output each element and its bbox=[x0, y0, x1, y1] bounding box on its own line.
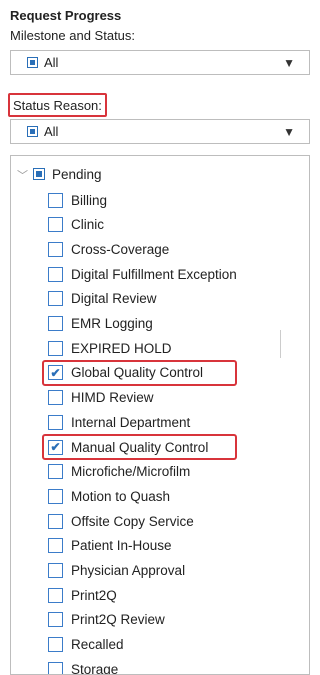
tree-item-label: Clinic bbox=[71, 217, 105, 233]
checkmark-icon: ✔ bbox=[50, 440, 61, 454]
checkbox[interactable] bbox=[48, 217, 63, 233]
checkbox[interactable] bbox=[48, 390, 63, 406]
status-reason-select-value: All bbox=[44, 124, 59, 139]
tree-item-label: Digital Fulfillment Exception bbox=[71, 266, 237, 282]
tree-item[interactable]: HIMD Review bbox=[48, 388, 154, 408]
checkbox[interactable] bbox=[48, 488, 63, 504]
tree-item[interactable]: Storage bbox=[48, 659, 119, 675]
tree-item-label: Cross-Coverage bbox=[71, 241, 170, 257]
tree-item-label: Storage bbox=[71, 661, 119, 675]
tree-item[interactable]: ✔ Manual Quality Control bbox=[48, 437, 208, 457]
checkbox[interactable] bbox=[48, 266, 63, 282]
checkbox[interactable] bbox=[48, 612, 63, 628]
tree-item[interactable]: Internal Department bbox=[48, 412, 190, 432]
status-reason-label: Status Reason: bbox=[8, 93, 107, 117]
select-all-checkbox[interactable] bbox=[27, 57, 38, 68]
tree-item-label: Internal Department bbox=[71, 414, 191, 430]
dropdown-arrow-icon[interactable]: ▼ bbox=[283, 56, 295, 70]
tree-item[interactable]: Recalled bbox=[48, 635, 124, 655]
tree-item-label: Microfiche/Microfilm bbox=[71, 464, 191, 480]
tree-item-label: Patient In-House bbox=[71, 538, 172, 554]
tree-item-label: Billing bbox=[71, 192, 108, 208]
tree-item[interactable]: EMR Logging bbox=[48, 314, 153, 334]
tree-item-label: Physician Approval bbox=[71, 563, 186, 578]
tree-item-label: Motion to Quash bbox=[71, 488, 171, 504]
tree-item-label: Offsite Copy Service bbox=[71, 513, 194, 529]
page-title: Request Progress bbox=[10, 8, 122, 23]
tree-item-label: Digital Review bbox=[71, 291, 157, 307]
checkbox[interactable] bbox=[48, 340, 63, 356]
tree-item[interactable]: Patient In-House bbox=[48, 536, 172, 556]
checkbox[interactable]: ✔ bbox=[48, 365, 63, 381]
tree-item[interactable]: Microfiche/Microfilm bbox=[48, 462, 190, 482]
tree-item[interactable]: Motion to Quash bbox=[48, 486, 170, 506]
status-reason-list[interactable]: ﹀ Pending Billing Clinic Cross-Coverage Dig… bbox=[10, 155, 310, 675]
milestone-label: Milestone and Status: bbox=[10, 28, 136, 43]
checkbox[interactable] bbox=[48, 538, 63, 554]
tree-item-label: Print2Q bbox=[71, 587, 117, 603]
tree-item[interactable]: Offsite Copy Service bbox=[48, 511, 194, 531]
checkbox[interactable] bbox=[48, 192, 63, 208]
select-all-checkbox[interactable] bbox=[27, 126, 38, 137]
tree-item-label: Manual Quality Control bbox=[71, 439, 209, 455]
checkbox[interactable] bbox=[48, 563, 63, 578]
tree-item-label: EXPIRED HOLD bbox=[71, 340, 172, 356]
chevron-down-icon[interactable]: ﹀ bbox=[17, 167, 29, 183]
checkbox[interactable] bbox=[48, 414, 63, 430]
group-label: Pending bbox=[52, 166, 102, 182]
tree-item[interactable]: Clinic bbox=[48, 215, 104, 235]
tree-item[interactable]: EXPIRED HOLD bbox=[48, 338, 172, 358]
checkbox[interactable] bbox=[48, 637, 63, 653]
checkmark-icon: ✔ bbox=[50, 365, 61, 380]
tree-item[interactable]: Physician Approval bbox=[48, 561, 185, 581]
scrollbar[interactable] bbox=[280, 330, 281, 358]
tree-item[interactable]: Print2Q bbox=[48, 585, 117, 605]
tree-item-label: Print2Q Review bbox=[71, 612, 165, 628]
checkbox[interactable] bbox=[48, 661, 63, 674]
tree-item-label: Recalled bbox=[71, 637, 124, 653]
checkbox[interactable] bbox=[48, 513, 63, 529]
checkbox[interactable] bbox=[48, 587, 63, 603]
tree-item-label: Global Quality Control bbox=[71, 365, 204, 381]
tree-item[interactable]: Cross-Coverage bbox=[48, 239, 169, 259]
milestone-select[interactable]: All ▼ bbox=[10, 50, 310, 75]
group-checkbox[interactable] bbox=[33, 168, 45, 180]
tree-item[interactable]: Digital Review bbox=[48, 289, 157, 309]
dropdown-arrow-icon[interactable]: ▼ bbox=[283, 125, 295, 139]
tree-item[interactable]: ✔ Global Quality Control bbox=[48, 363, 203, 383]
checkbox[interactable] bbox=[48, 464, 63, 480]
tree-item[interactable]: Billing bbox=[48, 190, 107, 210]
tree-item[interactable]: Print2Q Review bbox=[48, 610, 165, 630]
checkbox[interactable] bbox=[48, 241, 63, 257]
milestone-select-value: All bbox=[44, 55, 59, 70]
tree-group-pending[interactable]: ﹀ Pending bbox=[17, 166, 102, 183]
checkbox[interactable] bbox=[48, 291, 63, 307]
checkbox[interactable] bbox=[48, 316, 63, 331]
checkbox[interactable]: ✔ bbox=[48, 439, 63, 455]
tree-item[interactable]: Digital Fulfillment Exception bbox=[48, 264, 237, 284]
tree-item-label: EMR Logging bbox=[71, 316, 153, 331]
status-reason-select[interactable]: All ▼ bbox=[10, 119, 310, 144]
tree-item-label: HIMD Review bbox=[71, 390, 154, 406]
